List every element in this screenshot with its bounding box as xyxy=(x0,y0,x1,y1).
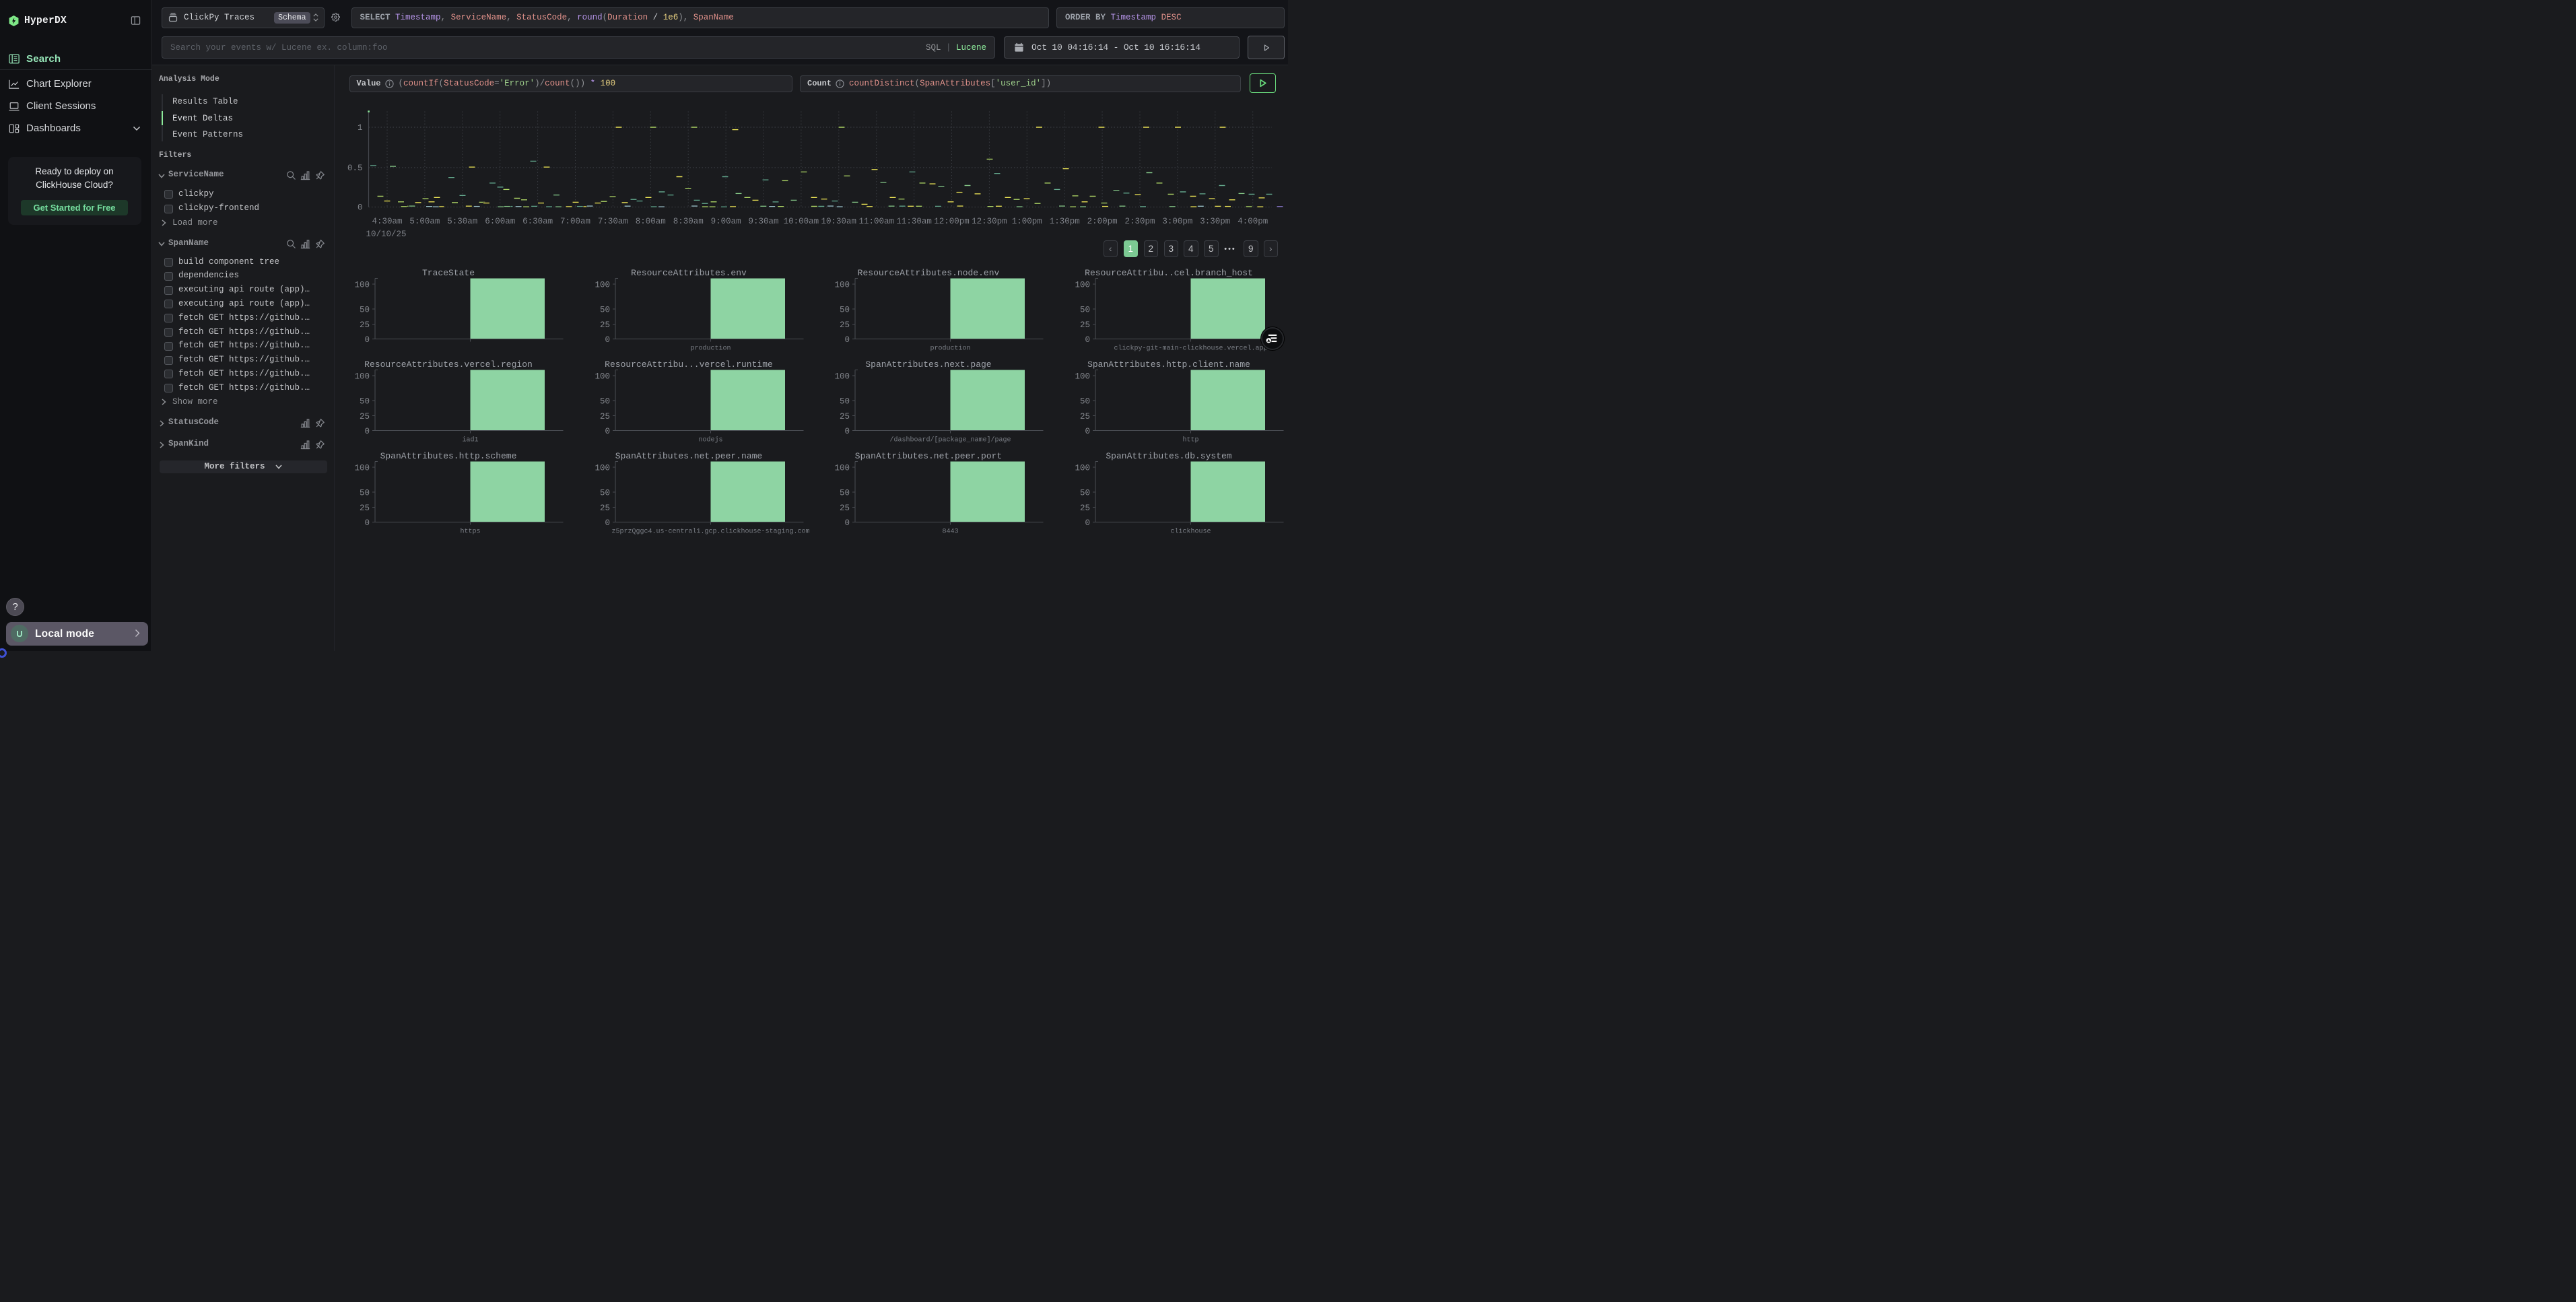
svg-text:TraceState: TraceState xyxy=(422,268,475,278)
svg-text:ResourceAttributes.env: ResourceAttributes.env xyxy=(631,268,747,278)
svg-text:100: 100 xyxy=(354,464,370,473)
svg-text:clickhouse: clickhouse xyxy=(1170,528,1211,536)
svg-text:50: 50 xyxy=(840,306,850,315)
svg-text:50: 50 xyxy=(1079,489,1089,498)
svg-text:25: 25 xyxy=(1079,504,1089,513)
svg-text:50: 50 xyxy=(599,397,609,407)
svg-text:0: 0 xyxy=(844,518,850,528)
svg-text:11:30am: 11:30am xyxy=(896,217,932,226)
svg-text:https: https xyxy=(460,528,480,536)
svg-text:6:30am: 6:30am xyxy=(522,217,553,226)
svg-text:25: 25 xyxy=(599,504,609,513)
svg-text:50: 50 xyxy=(360,306,370,315)
svg-text:0: 0 xyxy=(364,335,370,345)
svg-text:ResourceAttributes.node.env: ResourceAttributes.node.env xyxy=(858,268,1000,278)
svg-text:0: 0 xyxy=(364,427,370,436)
svg-text:25: 25 xyxy=(1079,412,1089,421)
svg-text:0: 0 xyxy=(1085,427,1090,436)
svg-text:25: 25 xyxy=(840,412,850,421)
svg-text:8443: 8443 xyxy=(942,528,958,536)
svg-text:100: 100 xyxy=(1075,464,1090,473)
svg-text:9:30am: 9:30am xyxy=(748,217,778,226)
svg-text:10:00am: 10:00am xyxy=(784,217,819,226)
svg-text:0: 0 xyxy=(358,203,363,213)
svg-text:100: 100 xyxy=(1075,372,1090,382)
svg-text:0.5: 0.5 xyxy=(347,164,363,173)
svg-text:nodejs: nodejs xyxy=(698,436,722,444)
svg-text:25: 25 xyxy=(1079,320,1089,330)
svg-text:SpanAttributes.next.page: SpanAttributes.next.page xyxy=(865,359,991,370)
svg-text:production: production xyxy=(690,345,731,353)
svg-text:4:30am: 4:30am xyxy=(372,217,402,226)
svg-text:1: 1 xyxy=(358,123,363,133)
svg-text:9:00am: 9:00am xyxy=(711,217,741,226)
svg-text:0: 0 xyxy=(844,335,850,345)
svg-text:100: 100 xyxy=(834,281,850,290)
svg-text:7:00am: 7:00am xyxy=(560,217,590,226)
svg-text:50: 50 xyxy=(360,397,370,407)
svg-text:SpanAttributes.net.peer.port: SpanAttributes.net.peer.port xyxy=(855,451,1002,461)
svg-text:2:00pm: 2:00pm xyxy=(1087,217,1118,226)
svg-text:1:00pm: 1:00pm xyxy=(1012,217,1042,226)
svg-text:0: 0 xyxy=(1085,518,1090,528)
svg-text:100: 100 xyxy=(354,281,370,290)
svg-text:3:30pm: 3:30pm xyxy=(1200,217,1230,226)
svg-text:25: 25 xyxy=(599,320,609,330)
svg-text:0: 0 xyxy=(1085,335,1090,345)
svg-text:100: 100 xyxy=(595,281,610,290)
svg-text:ResourceAttributes.vercel.regi: ResourceAttributes.vercel.region xyxy=(364,359,533,370)
svg-text:100: 100 xyxy=(595,372,610,382)
svg-text:100: 100 xyxy=(595,464,610,473)
svg-text:8:00am: 8:00am xyxy=(636,217,666,226)
svg-text:0: 0 xyxy=(364,518,370,528)
svg-text:0: 0 xyxy=(844,427,850,436)
svg-text:SpanAttributes.http.client.nam: SpanAttributes.http.client.name xyxy=(1087,359,1250,370)
svg-text:clickpy-git-main-clickhouse.ve: clickpy-git-main-clickhouse.vercel.app xyxy=(1114,345,1267,353)
svg-text:0: 0 xyxy=(605,427,610,436)
svg-text:SpanAttributes.db.system: SpanAttributes.db.system xyxy=(1106,451,1231,461)
svg-text:2:30pm: 2:30pm xyxy=(1124,217,1155,226)
svg-text:0: 0 xyxy=(605,518,610,528)
svg-text:25: 25 xyxy=(360,504,370,513)
svg-text:ResourceAttribu..cel.branch_ho: ResourceAttribu..cel.branch_host xyxy=(1085,268,1253,278)
svg-text:50: 50 xyxy=(1079,306,1089,315)
svg-text:5:00am: 5:00am xyxy=(409,217,440,226)
svg-text:/dashboard/[package_name]/page: /dashboard/[package_name]/page xyxy=(889,436,1011,444)
svg-text:iad1: iad1 xyxy=(462,436,478,444)
svg-text:SpanAttributes.net.peer.name: SpanAttributes.net.peer.name xyxy=(615,451,761,461)
svg-text:11:00am: 11:00am xyxy=(858,217,894,226)
svg-text:25: 25 xyxy=(840,504,850,513)
svg-text:50: 50 xyxy=(840,397,850,407)
svg-text:SpanAttributes.http.scheme: SpanAttributes.http.scheme xyxy=(380,451,517,461)
svg-text:1:30pm: 1:30pm xyxy=(1050,217,1080,226)
svg-text:6:00am: 6:00am xyxy=(485,217,515,226)
svg-text:50: 50 xyxy=(840,489,850,498)
svg-text:ResourceAttribu...vercel.runti: ResourceAttribu...vercel.runtime xyxy=(605,359,773,370)
svg-text:8:30am: 8:30am xyxy=(673,217,704,226)
svg-text:7:30am: 7:30am xyxy=(598,217,628,226)
svg-text:10/10/25: 10/10/25 xyxy=(366,230,407,239)
svg-text:50: 50 xyxy=(599,306,609,315)
svg-text:3:00pm: 3:00pm xyxy=(1162,217,1192,226)
svg-text:0: 0 xyxy=(605,335,610,345)
svg-text:production: production xyxy=(930,345,970,353)
svg-text:100: 100 xyxy=(1075,281,1090,290)
svg-text:25: 25 xyxy=(840,320,850,330)
svg-text:4:00pm: 4:00pm xyxy=(1238,217,1268,226)
svg-text:5:30am: 5:30am xyxy=(447,217,477,226)
svg-text:12:30pm: 12:30pm xyxy=(972,217,1007,226)
svg-text:http: http xyxy=(1182,436,1198,444)
svg-text:12:00pm: 12:00pm xyxy=(934,217,970,226)
svg-text:50: 50 xyxy=(360,489,370,498)
svg-text:10:30am: 10:30am xyxy=(821,217,857,226)
svg-text:100: 100 xyxy=(354,372,370,382)
svg-text:25: 25 xyxy=(599,412,609,421)
svg-text:100: 100 xyxy=(834,372,850,382)
svg-text:z5przQggc4.us-central1.gcp.cli: z5przQggc4.us-central1.gcp.clickhouse-st… xyxy=(611,528,809,536)
svg-text:50: 50 xyxy=(1079,397,1089,407)
svg-text:100: 100 xyxy=(834,464,850,473)
svg-text:25: 25 xyxy=(360,320,370,330)
svg-text:50: 50 xyxy=(599,489,609,498)
svg-text:25: 25 xyxy=(360,412,370,421)
